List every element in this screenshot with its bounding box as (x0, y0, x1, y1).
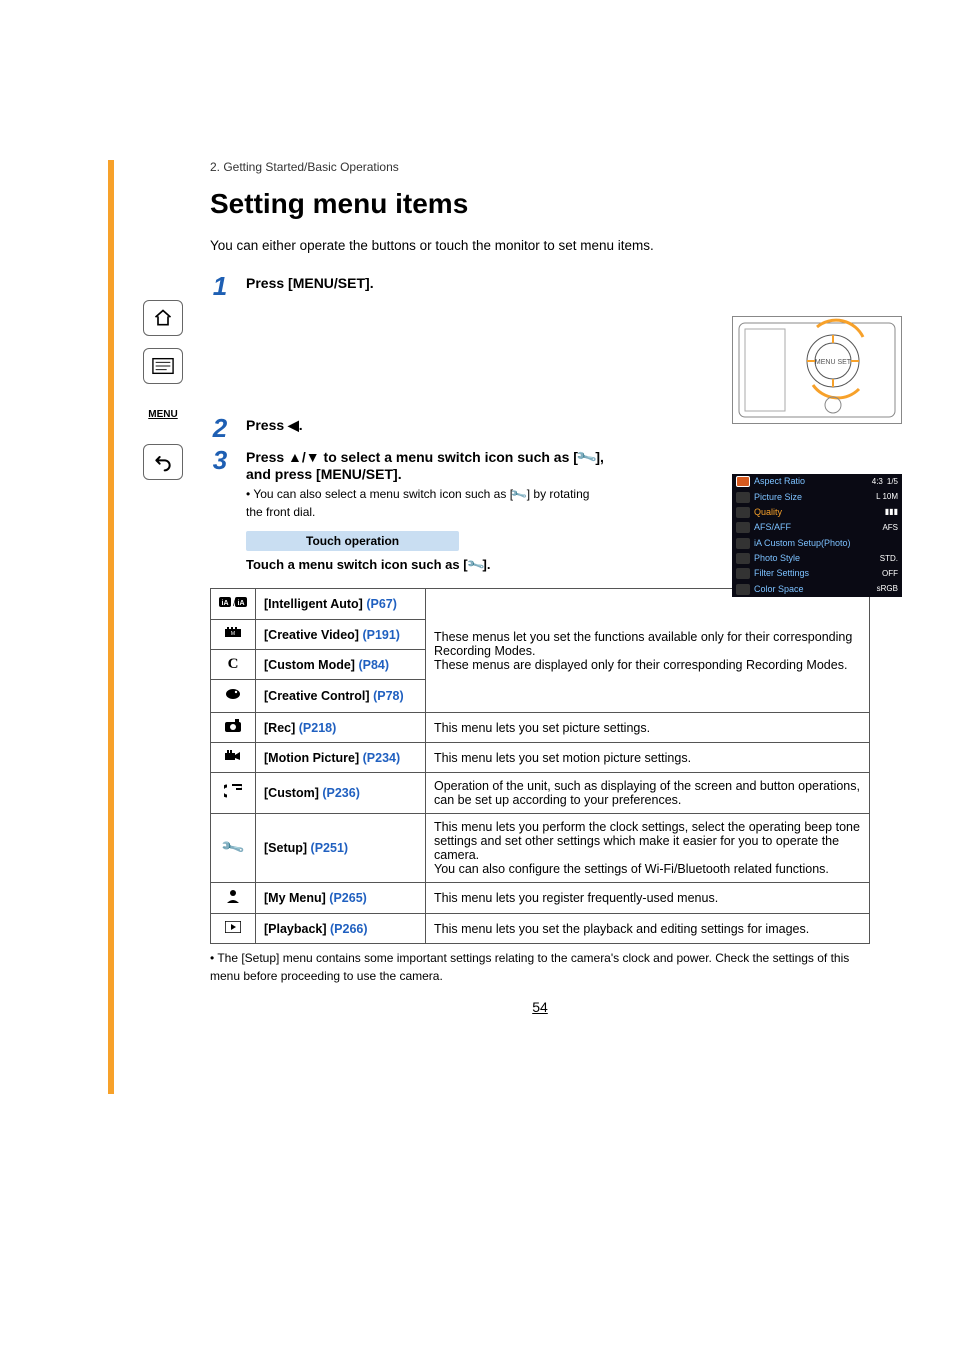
table-row: [Creative Control] (P78) (256, 680, 426, 713)
intro-text: You can either operate the buttons or to… (210, 238, 870, 253)
step-number: 2 (210, 415, 230, 441)
page-ref-link[interactable]: (P251) (311, 841, 349, 855)
page-ref-link[interactable]: (P265) (329, 891, 367, 905)
menu-screenshot: Aspect Ratio4:31/5Picture SizeL 10MQuali… (732, 474, 902, 597)
table-row: [Rec] (P218) (256, 713, 426, 743)
menu-description: This menu lets you set the playback and … (426, 914, 870, 944)
menu-screen-row: iA Custom Setup(Photo) (732, 536, 902, 551)
motion-picture-icon (211, 743, 256, 773)
custom-mode-icon: C (211, 650, 256, 680)
table-row: [Intelligent Auto] (P67) (256, 589, 426, 620)
svg-text:iA: iA (222, 600, 229, 607)
page-ref-link[interactable]: (P266) (330, 922, 368, 936)
rec-icon (211, 713, 256, 743)
menu-description: This menu lets you perform the clock set… (426, 814, 870, 883)
intelligent-auto-icon: iA/iA (211, 589, 256, 620)
menu-screen-row: Picture SizeL 10M (732, 489, 902, 504)
menu-screen-row: Aspect Ratio4:31/5 (732, 474, 902, 489)
step-3-note: You can also select a menu switch icon s… (246, 486, 606, 521)
touch-operation-badge: Touch operation (246, 531, 459, 551)
page-ref-link[interactable]: (P67) (366, 597, 397, 611)
my-menu-icon (211, 883, 256, 914)
menu-screen-row: AFS/AFFAFS (732, 520, 902, 535)
table-row: [Playback] (P266) (256, 914, 426, 944)
breadcrumb: 2. Getting Started/Basic Operations (210, 160, 870, 174)
touch-instruction: Touch a menu switch icon such as [🔧]. (246, 557, 606, 572)
page-title: Setting menu items (210, 188, 870, 220)
page-ref-link[interactable]: (P191) (362, 628, 400, 642)
menu-description: This menu lets you register frequently-u… (426, 883, 870, 914)
setup-icon: 🔧 (211, 814, 256, 883)
page-ref-link[interactable]: (P84) (358, 658, 389, 672)
page-number: 54 (210, 999, 870, 1015)
creative-control-icon (211, 680, 256, 713)
table-row: [My Menu] (P265) (256, 883, 426, 914)
group-description: These menus let you set the functions av… (426, 589, 870, 713)
footnote: • The [Setup] menu contains some importa… (210, 950, 870, 985)
table-row: [Motion Picture] (P234) (256, 743, 426, 773)
page-ref-link[interactable]: (P218) (299, 721, 337, 735)
accent-bar (108, 160, 114, 1094)
page-ref-link[interactable]: (P78) (373, 689, 404, 703)
table-row: [Custom Mode] (P84) (256, 650, 426, 680)
menu-screen-row: Quality▮▮▮ (732, 505, 902, 520)
page-ref-link[interactable]: (P236) (322, 786, 360, 800)
menu-description: Operation of the unit, such as displayin… (426, 773, 870, 814)
svg-text:M: M (231, 631, 235, 637)
page-ref-link[interactable]: (P234) (363, 751, 401, 765)
svg-text:iA: iA (238, 600, 245, 607)
menu-text-icon[interactable]: MENU (143, 396, 183, 432)
toc-icon[interactable] (143, 348, 183, 384)
table-row: [Custom] (P236) (256, 773, 426, 814)
table-row: [Setup] (P251) (256, 814, 426, 883)
table-row: [Creative Video] (P191) (256, 620, 426, 650)
camera-illustration: MENU SET (732, 316, 902, 424)
home-icon[interactable] (143, 300, 183, 336)
menu-screen-row: Color SpacesRGB (732, 582, 902, 597)
svg-text:MENU SET: MENU SET (815, 359, 852, 366)
step-number: 3 (210, 447, 230, 473)
creative-video-icon: M (211, 620, 256, 650)
menu-description: This menu lets you set motion picture se… (426, 743, 870, 773)
step-1-title: Press [MENU/SET]. (246, 275, 870, 291)
custom-icon (211, 773, 256, 814)
menu-description: This menu lets you set picture settings. (426, 713, 870, 743)
step-number: 1 (210, 273, 230, 299)
menu-screen-row: Filter SettingsOFF (732, 566, 902, 581)
menu-screen-row: Photo StyleSTD. (732, 551, 902, 566)
back-icon[interactable] (143, 444, 183, 480)
playback-icon (211, 914, 256, 944)
menu-table: iA/iA [Intelligent Auto] (P67) These men… (210, 588, 870, 944)
sidebar-nav: MENU (140, 300, 186, 480)
step-3-title: Press ▲/▼ to select a menu switch icon s… (246, 449, 606, 482)
